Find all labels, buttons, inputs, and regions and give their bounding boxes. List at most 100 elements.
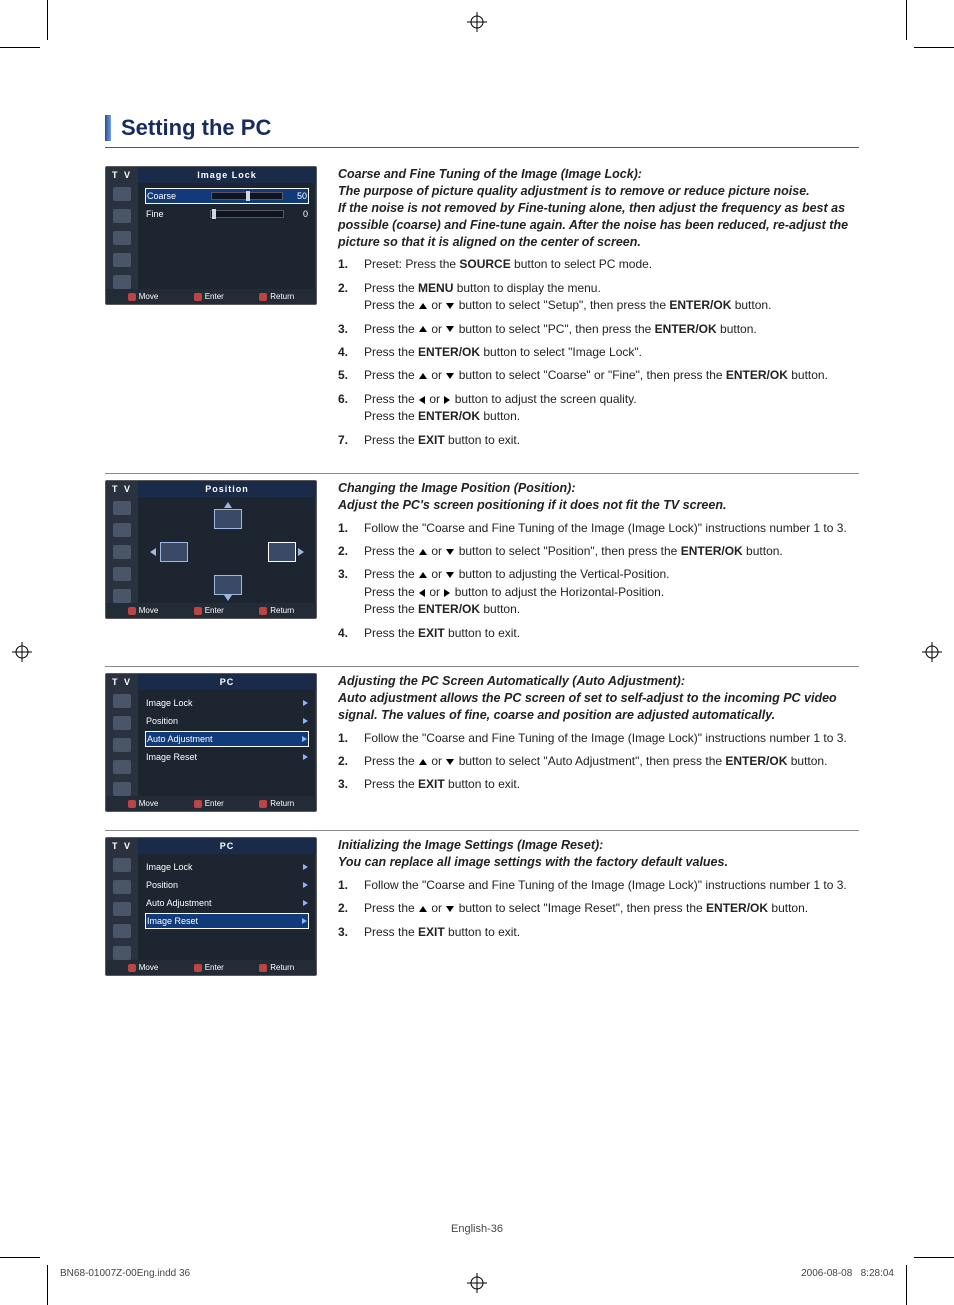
crop-mark — [47, 1265, 48, 1305]
osd-icon — [113, 187, 131, 201]
down-arrow-icon — [224, 595, 232, 601]
osd-menu-item: Position — [146, 878, 308, 892]
chevron-right-icon — [302, 736, 307, 742]
chevron-right-icon — [303, 754, 308, 760]
down-arrow-icon — [446, 373, 454, 379]
up-arrow-icon — [419, 303, 427, 309]
osd-position-box-left — [160, 542, 188, 562]
up-arrow-icon — [419, 549, 427, 555]
osd-menu-item-selected: Image Reset — [145, 913, 309, 929]
osd-row-value: 0 — [290, 209, 308, 219]
crop-mark — [906, 0, 907, 40]
chevron-right-icon — [302, 918, 307, 924]
osd-pc-reset: T V PC Image Lock Position Auto Adjustme… — [105, 837, 317, 976]
chevron-right-icon — [303, 718, 308, 724]
crop-mark — [914, 47, 954, 48]
chevron-right-icon — [303, 700, 308, 706]
osd-footer-move: Move — [128, 799, 159, 808]
osd-tv-label: T V — [106, 838, 138, 854]
footer-timestamp: 2006-08-08 8:28:04 — [801, 1268, 894, 1279]
section4-steps: 1.Follow the "Coarse and Fine Tuning of … — [338, 877, 859, 941]
crop-mark — [906, 1265, 907, 1305]
down-arrow-icon — [446, 303, 454, 309]
osd-title: PC — [138, 838, 316, 854]
crop-mark — [0, 47, 40, 48]
title-accent-bar — [105, 115, 111, 141]
page-title-row: Setting the PC — [105, 115, 859, 148]
right-arrow-icon — [298, 548, 304, 556]
osd-position: T V Position — [105, 480, 317, 619]
page-number: English-36 — [0, 1223, 954, 1235]
left-arrow-icon — [419, 589, 425, 597]
osd-menu-item: Image Reset — [146, 750, 308, 764]
osd-menu-item: Position — [146, 714, 308, 728]
osd-footer-enter: Enter — [194, 963, 224, 972]
crop-mark — [47, 0, 48, 40]
osd-menu-item-selected: Auto Adjustment — [145, 731, 309, 747]
down-arrow-icon — [446, 326, 454, 332]
up-arrow-icon — [419, 572, 427, 578]
osd-row-fine: Fine 0 — [146, 207, 308, 221]
osd-row-coarse: Coarse 50 — [145, 188, 309, 204]
osd-menu-item: Image Lock — [146, 860, 308, 874]
osd-position-box-down — [214, 575, 242, 595]
osd-row-label: Fine — [146, 209, 210, 219]
left-arrow-icon — [150, 548, 156, 556]
osd-sidebar-icons — [106, 497, 138, 603]
left-arrow-icon — [419, 396, 425, 404]
chevron-right-icon — [303, 900, 308, 906]
osd-menu-item: Auto Adjustment — [146, 896, 308, 910]
osd-footer-enter: Enter — [194, 292, 224, 301]
up-arrow-icon — [419, 759, 427, 765]
osd-title: PC — [138, 674, 316, 690]
osd-tv-label: T V — [106, 674, 138, 690]
osd-menu-item: Image Lock — [146, 696, 308, 710]
osd-footer-move: Move — [128, 963, 159, 972]
osd-title: Position — [138, 481, 316, 497]
registration-mark-icon — [467, 1273, 487, 1293]
osd-footer-return: Return — [259, 963, 294, 972]
osd-footer-move: Move — [128, 606, 159, 615]
up-arrow-icon — [224, 502, 232, 508]
page-title: Setting the PC — [121, 115, 271, 141]
footer-filename: BN68-01007Z-00Eng.indd 36 — [60, 1268, 190, 1279]
right-arrow-icon — [444, 396, 450, 404]
osd-position-box-up — [214, 509, 242, 529]
right-arrow-icon — [444, 589, 450, 597]
registration-mark-icon — [922, 642, 942, 662]
osd-position-box-right — [268, 542, 296, 562]
down-arrow-icon — [446, 549, 454, 555]
section4-heading: Initializing the Image Settings (Image R… — [338, 837, 859, 871]
osd-tv-label: T V — [106, 481, 138, 497]
osd-icon — [113, 253, 131, 267]
chevron-right-icon — [303, 882, 308, 888]
osd-footer-return: Return — [259, 799, 294, 808]
down-arrow-icon — [446, 759, 454, 765]
section2-steps: 1.Follow the "Coarse and Fine Tuning of … — [338, 520, 859, 642]
crop-mark — [0, 1257, 40, 1258]
osd-footer-return: Return — [259, 292, 294, 301]
osd-footer-enter: Enter — [194, 799, 224, 808]
osd-position-grid — [142, 501, 312, 601]
osd-icon — [113, 275, 131, 289]
registration-mark-icon — [467, 12, 487, 32]
osd-slider — [211, 192, 283, 200]
osd-row-label: Coarse — [147, 191, 211, 201]
osd-row-value: 50 — [289, 191, 307, 201]
osd-slider — [210, 210, 284, 218]
up-arrow-icon — [419, 906, 427, 912]
section1-heading: Coarse and Fine Tuning of the Image (Ima… — [338, 166, 859, 250]
up-arrow-icon — [419, 373, 427, 379]
down-arrow-icon — [446, 572, 454, 578]
section2-heading: Changing the Image Position (Position): … — [338, 480, 859, 514]
osd-sidebar-icons — [106, 183, 138, 289]
down-arrow-icon — [446, 906, 454, 912]
registration-mark-icon — [12, 642, 32, 662]
osd-footer-enter: Enter — [194, 606, 224, 615]
crop-mark — [914, 1257, 954, 1258]
osd-image-lock: T V Image Lock Coarse — [105, 166, 317, 305]
osd-icon — [113, 209, 131, 223]
osd-pc-auto: T V PC Image Lock Position Auto Adjustme… — [105, 673, 317, 812]
chevron-right-icon — [303, 864, 308, 870]
osd-footer: Move Enter Return — [106, 289, 316, 304]
